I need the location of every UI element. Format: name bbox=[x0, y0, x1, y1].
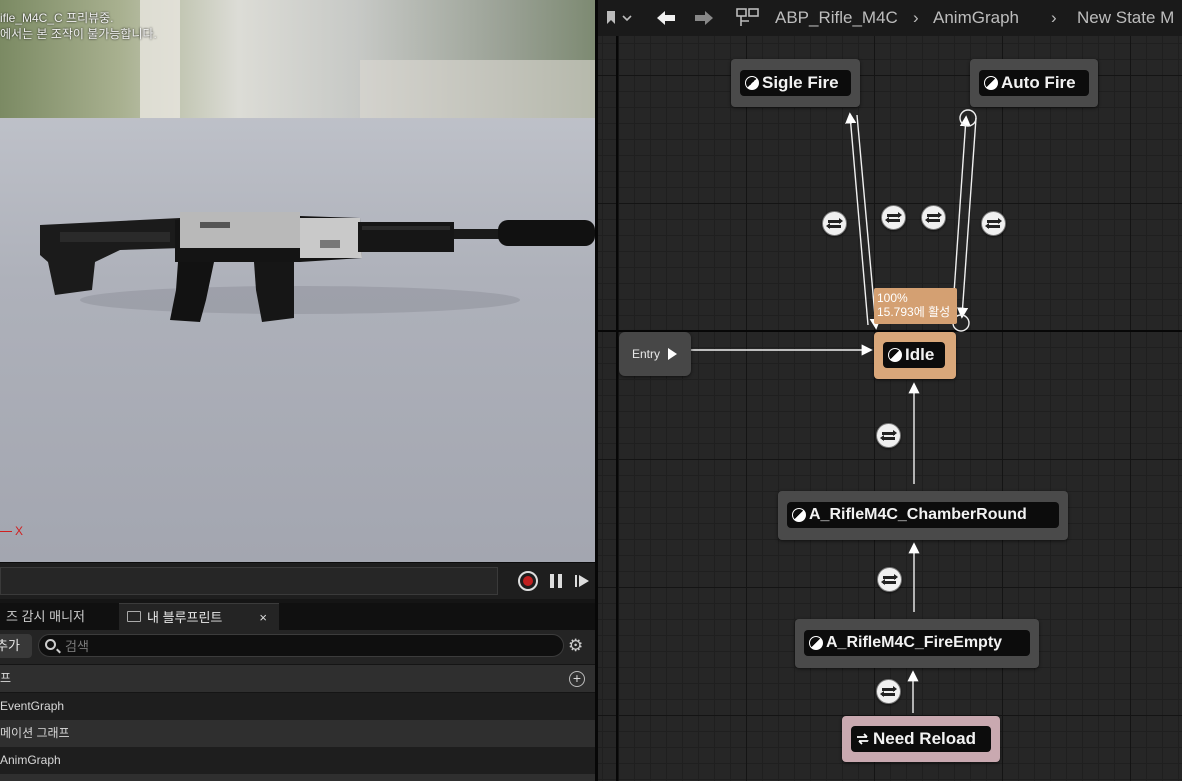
close-icon[interactable]: × bbox=[259, 604, 267, 631]
gear-icon[interactable]: ⚙ bbox=[568, 637, 583, 655]
tooltip-weight: 100% bbox=[877, 291, 908, 305]
search-icon bbox=[45, 639, 56, 650]
state-icon bbox=[809, 636, 823, 650]
bookmark-icon[interactable] bbox=[604, 9, 634, 29]
section-header-partial bbox=[0, 774, 595, 781]
conduit-need-reload[interactable]: Need Reload bbox=[842, 716, 1000, 762]
transition-rule-icon[interactable] bbox=[921, 205, 946, 230]
transition-rule-icon[interactable] bbox=[881, 205, 906, 230]
record-dot bbox=[523, 576, 533, 586]
transition-rule-icon[interactable] bbox=[876, 679, 901, 704]
state-icon bbox=[888, 348, 902, 362]
tab-my-blueprint-label: 내 블루프린트 bbox=[147, 610, 223, 625]
state-label: Sigle Fire bbox=[740, 70, 851, 96]
state-label: Auto Fire bbox=[979, 70, 1089, 96]
section-header-graphs[interactable]: 프 + bbox=[0, 665, 595, 692]
state-icon bbox=[745, 76, 759, 90]
breadcrumb-state-machine[interactable]: New State M bbox=[1077, 8, 1174, 28]
transition-rule-icon[interactable] bbox=[822, 211, 847, 236]
chevron-right-icon: › bbox=[1051, 8, 1057, 27]
add-button[interactable]: 추가 bbox=[0, 634, 32, 658]
transition-rule-icon[interactable] bbox=[876, 423, 901, 448]
state-auto-fire[interactable]: Auto Fire bbox=[970, 59, 1098, 107]
list-item-label: AnimGraph bbox=[0, 753, 61, 767]
state-fire-empty[interactable]: A_RifleM4C_FireEmpty bbox=[795, 619, 1039, 668]
preview-viewport[interactable]: ifle_M4C_C 프리뷰중. 에서는 본 조작이 불가능합니다. X bbox=[0, 0, 595, 562]
axis-x-label: X bbox=[15, 524, 24, 538]
search-input[interactable] bbox=[65, 637, 545, 655]
state-label: A_RifleM4C_ChamberRound bbox=[787, 502, 1059, 528]
transition-rule-icon[interactable] bbox=[877, 567, 902, 592]
conduit-icon bbox=[857, 733, 869, 745]
state-title: A_RifleM4C_FireEmpty bbox=[826, 634, 1003, 651]
list-item-label: EventGraph bbox=[0, 699, 65, 713]
tab-watch-manager-label: 즈 감시 매니저 bbox=[6, 609, 85, 624]
timeline-track[interactable] bbox=[0, 567, 498, 595]
entry-pin-icon[interactable] bbox=[668, 348, 677, 360]
back-arrow-icon[interactable] bbox=[655, 9, 677, 29]
search-box bbox=[38, 634, 564, 657]
entry-node[interactable]: Entry bbox=[619, 332, 691, 376]
transition-rule-icon[interactable] bbox=[981, 211, 1006, 236]
state-label: Need Reload bbox=[851, 726, 991, 752]
state-idle[interactable]: Idle bbox=[874, 332, 956, 379]
state-title: Sigle Fire bbox=[762, 73, 839, 92]
add-graph-icon[interactable]: + bbox=[569, 671, 585, 687]
step-forward-button[interactable] bbox=[572, 571, 592, 591]
state-title: Auto Fire bbox=[1001, 73, 1076, 92]
idle-active-tooltip: 100% 15.793에 활성 bbox=[874, 288, 957, 324]
state-title: Idle bbox=[905, 345, 935, 364]
pause-icon bbox=[550, 574, 562, 588]
play-icon bbox=[575, 575, 589, 587]
pause-button[interactable] bbox=[546, 571, 566, 591]
book-icon bbox=[127, 611, 141, 622]
panel-tab-bar: 즈 감시 매니저 내 블루프린트 × bbox=[0, 603, 595, 630]
rifle-mesh bbox=[40, 212, 595, 322]
state-title: A_RifleM4C_ChamberRound bbox=[809, 506, 1027, 523]
graph-origin-v bbox=[616, 0, 618, 781]
state-icon bbox=[984, 76, 998, 90]
record-button[interactable] bbox=[518, 571, 538, 591]
breadcrumb-asset[interactable]: ABP_Rifle_M4C bbox=[775, 8, 898, 28]
state-label: A_RifleM4C_FireEmpty bbox=[804, 630, 1030, 656]
state-icon bbox=[792, 508, 806, 522]
list-item-animgraph[interactable]: AnimGraph bbox=[0, 747, 595, 774]
section-header-label: 프 bbox=[0, 671, 12, 685]
breadcrumb-graph[interactable]: AnimGraph bbox=[933, 8, 1019, 28]
state-label: Idle bbox=[883, 342, 945, 368]
state-single-fire[interactable]: Sigle Fire bbox=[731, 59, 860, 107]
entry-label: Entry bbox=[632, 347, 661, 361]
left-panel: ifle_M4C_C 프리뷰중. 에서는 본 조작이 불가능합니다. X 즈 감… bbox=[0, 0, 595, 781]
axis-x-line bbox=[0, 531, 12, 532]
list-item-eventgraph[interactable]: EventGraph bbox=[0, 693, 595, 720]
timeline-bar bbox=[0, 562, 595, 599]
my-blueprint-toolbar: 추가 ⚙ bbox=[0, 630, 595, 664]
graph-breadcrumb-bar: ABP_Rifle_M4C › AnimGraph › New State M bbox=[598, 0, 1182, 36]
tab-watch-manager[interactable]: 즈 감시 매니저 bbox=[0, 603, 118, 630]
section-header-animation-graphs[interactable]: 메이션 그래프 bbox=[0, 720, 595, 747]
section-header-label: 메이션 그래프 bbox=[0, 726, 70, 740]
tooltip-active-time: 15.793에 활성 bbox=[877, 305, 951, 319]
forward-arrow-icon[interactable] bbox=[693, 9, 715, 29]
tab-my-blueprint[interactable]: 내 블루프린트 × bbox=[119, 603, 279, 630]
state-title: Need Reload bbox=[873, 729, 976, 748]
graph-hierarchy-icon[interactable] bbox=[735, 7, 761, 29]
state-chamber-round[interactable]: A_RifleM4C_ChamberRound bbox=[778, 491, 1068, 540]
chevron-right-icon: › bbox=[913, 8, 919, 27]
